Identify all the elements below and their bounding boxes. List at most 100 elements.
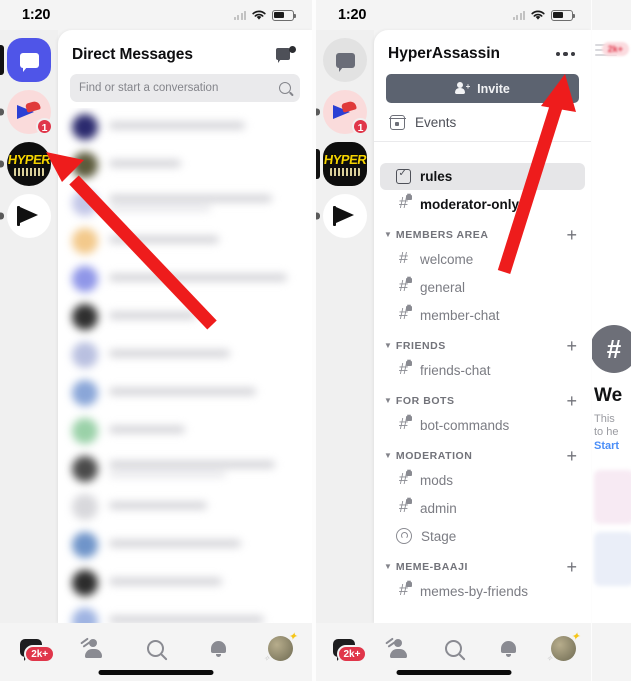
channel-label: moderator-only	[420, 196, 520, 212]
channel-item-friends-chat[interactable]: # friends-chat	[380, 356, 585, 384]
dm-list-item[interactable]	[58, 526, 312, 564]
friends-icon	[384, 637, 411, 658]
channel-item-rules[interactable]: rules	[380, 163, 585, 190]
server-item-hyper[interactable]: HYPER	[0, 142, 51, 186]
dm-list-item-text	[109, 461, 298, 477]
dm-list-item[interactable]	[58, 488, 312, 526]
dm-list-item[interactable]	[58, 146, 312, 184]
nav-friends[interactable]	[376, 633, 422, 663]
channel-label: memes-by-friends	[420, 583, 529, 599]
dm-list-item[interactable]	[58, 298, 312, 336]
dm-list-item[interactable]	[58, 374, 312, 412]
nav-profile[interactable]: ✦ ✧	[258, 631, 304, 663]
category-label: MEME-BAAJI	[395, 561, 468, 573]
search-icon	[147, 639, 165, 657]
events-row[interactable]: Events	[374, 103, 591, 141]
category-header-meme-baaji[interactable]: ▼ MEME-BAAJI +	[374, 550, 591, 577]
search-input[interactable]: Find or start a conversation	[70, 74, 300, 102]
battery-icon	[272, 9, 297, 21]
channel-item-moderator-only[interactable]: # moderator-only	[380, 190, 585, 218]
chat-view-preview: 2k+ # We This to he Start	[592, 0, 631, 681]
server-rail-right[interactable]: 1 HYPER	[316, 30, 374, 623]
avatar	[72, 456, 98, 482]
nav-profile[interactable]: ✦ ✧	[541, 631, 587, 663]
chevron-down-icon[interactable]: ▼	[384, 231, 392, 239]
category-header-members-area[interactable]: ▼ MEMBERS AREA +	[374, 218, 591, 245]
nav-notifications[interactable]	[486, 633, 532, 663]
chevron-down-icon[interactable]: ▼	[384, 452, 392, 460]
avatar	[72, 380, 98, 406]
dm-list-item[interactable]	[58, 260, 312, 298]
guild-header: HyperAssassin	[374, 30, 591, 72]
nav-messages[interactable]: 2k+	[321, 633, 368, 663]
nav-notifications[interactable]	[195, 633, 241, 663]
server-item-direct-messages[interactable]	[323, 38, 367, 82]
plus-icon[interactable]: +	[566, 226, 577, 244]
preview-badge: 2k+	[601, 42, 629, 56]
channel-item-stage[interactable]: Stage	[380, 522, 585, 550]
dm-list-item[interactable]	[58, 108, 312, 146]
server-item-hyper[interactable]: HYPER	[316, 142, 367, 186]
dm-list-item[interactable]	[58, 184, 312, 222]
server-item-plane[interactable]: 1	[0, 90, 53, 135]
dm-list-item-text	[109, 349, 298, 361]
chevron-down-icon[interactable]: ▼	[384, 397, 392, 405]
preview-line-1: This	[594, 413, 615, 425]
status-icons	[512, 9, 576, 21]
nav-friends[interactable]	[71, 633, 117, 663]
three-dots-icon[interactable]	[554, 46, 577, 62]
dm-list-item[interactable]	[58, 222, 312, 260]
channel-list[interactable]: rules#moderator-only▼MEMBERS AREA+#welco…	[374, 163, 591, 623]
chevron-down-icon[interactable]: ▼	[384, 563, 392, 571]
channel-label: friends-chat	[420, 362, 491, 378]
bottom-nav-left[interactable]: 2k+ ✦ ✧	[0, 623, 312, 681]
category-header-for-bots[interactable]: ▼ FOR BOTS +	[374, 384, 591, 411]
server-name: HyperAssassin	[388, 45, 501, 62]
channel-item-member-chat[interactable]: # member-chat	[380, 301, 585, 329]
wifi-icon	[531, 10, 545, 20]
status-bar-right: 1:20	[316, 0, 591, 30]
hash-icon: #	[399, 250, 408, 267]
server-item-direct-messages[interactable]	[0, 38, 51, 82]
plus-icon[interactable]: +	[566, 447, 577, 465]
dm-list-item[interactable]	[58, 412, 312, 450]
channel-item-admin[interactable]: # admin	[380, 494, 585, 522]
channel-item-bot-commands[interactable]: # bot-commands	[380, 411, 585, 439]
wifi-icon	[252, 10, 266, 20]
plus-icon[interactable]: +	[566, 558, 577, 576]
plus-icon[interactable]: +	[566, 392, 577, 410]
dm-list-item[interactable]	[58, 564, 312, 602]
nav-messages[interactable]: 2k+	[8, 633, 56, 663]
server-item-flag[interactable]	[0, 194, 51, 238]
dm-list-item[interactable]	[58, 602, 312, 623]
server-item-plane[interactable]: 1	[316, 90, 369, 135]
channel-item-mods[interactable]: # mods	[380, 466, 585, 494]
server-rail-left[interactable]: 1 HYPER	[0, 30, 58, 623]
server-item-flag[interactable]	[316, 194, 367, 238]
nav-search[interactable]	[431, 633, 477, 663]
hash-locked-icon: #	[396, 361, 412, 378]
preview-link[interactable]: Start	[594, 440, 619, 452]
unread-indicator-dot	[0, 212, 4, 220]
nav-search[interactable]	[133, 633, 179, 663]
stage-channel-icon	[396, 528, 412, 544]
channel-label: member-chat	[420, 307, 500, 323]
status-bar-left: 1:20	[0, 0, 312, 30]
direct-message-list[interactable]	[58, 108, 312, 623]
plus-icon[interactable]: +	[566, 337, 577, 355]
dm-list-item-text	[109, 159, 298, 171]
left-phone-screenshot: 1:20 1 HYPER Direct Messages Find or sta…	[0, 0, 312, 681]
category-header-moderation[interactable]: ▼ MODERATION +	[374, 439, 591, 466]
dm-list-item[interactable]	[58, 336, 312, 374]
channel-item-general[interactable]: # general	[380, 273, 585, 301]
chevron-down-icon[interactable]: ▼	[384, 342, 392, 350]
dm-list-item-text	[109, 121, 298, 133]
divider	[374, 141, 591, 142]
dm-list-item[interactable]	[58, 450, 312, 488]
new-direct-message-icon[interactable]	[276, 46, 296, 64]
bottom-nav-right[interactable]: 2k+ ✦ ✧	[316, 623, 591, 681]
category-header-friends[interactable]: ▼ FRIENDS +	[374, 329, 591, 356]
channel-item-memes-by-friends[interactable]: # memes-by-friends	[380, 577, 585, 605]
invite-button[interactable]: + Invite	[386, 74, 579, 103]
channel-item-welcome[interactable]: # welcome	[380, 245, 585, 273]
